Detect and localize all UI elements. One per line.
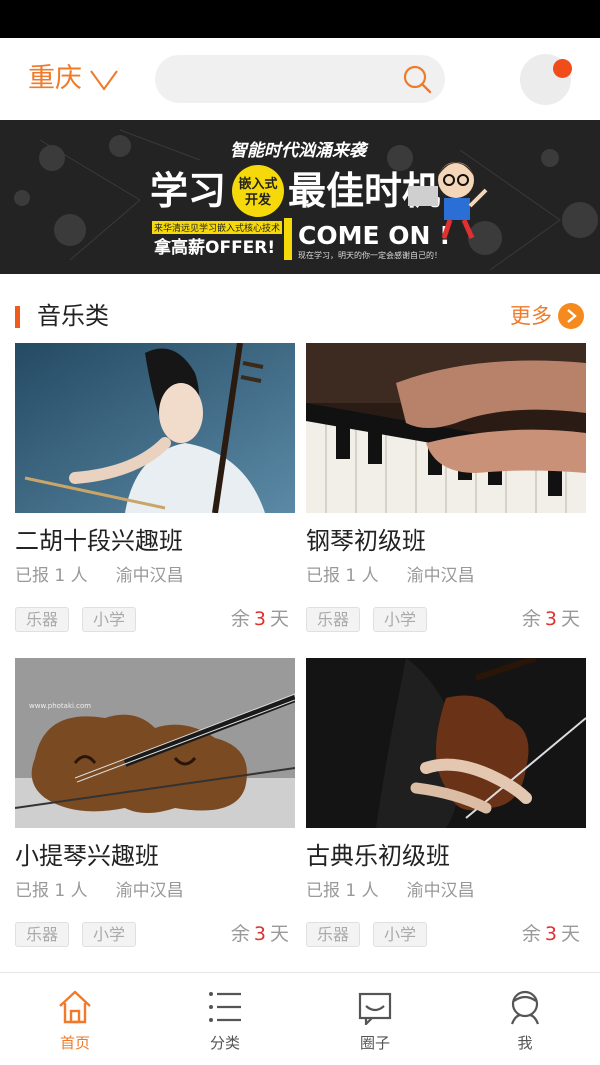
tab-label: 圈子 bbox=[359, 1034, 390, 1052]
enrolled-count: 已报 1 人 bbox=[15, 881, 88, 901]
tag-list: 乐器 小学 bbox=[15, 922, 149, 947]
course-title: 小提琴兴趣班 bbox=[15, 842, 159, 870]
days-remaining: 余3天 bbox=[522, 920, 580, 948]
course-meta: 已报 1 人 渝中汉昌 bbox=[306, 878, 475, 904]
remain-suffix: 天 bbox=[560, 608, 580, 630]
remain-number: 3 bbox=[544, 608, 557, 630]
classical-violin-photo bbox=[306, 658, 586, 828]
course-meta: 已报 1 人 渝中汉昌 bbox=[306, 563, 475, 589]
tag: 乐器 bbox=[15, 922, 70, 947]
tab-category[interactable]: 分类 bbox=[150, 973, 300, 1065]
course-meta: 已报 1 人 渝中汉昌 bbox=[15, 563, 184, 589]
remain-prefix: 余 bbox=[230, 608, 250, 630]
erhu-photo bbox=[15, 343, 295, 513]
bottom-tab-bar: 首页 分类 圈子 我 bbox=[0, 972, 600, 1065]
tag: 小学 bbox=[82, 607, 137, 632]
enrolled-count: 已报 1 人 bbox=[306, 566, 379, 586]
banner-headline-left: 学习 bbox=[150, 169, 226, 213]
more-button[interactable]: 更多 bbox=[510, 300, 584, 332]
banner-footnote: 现在学习，明天的你一定会感谢自己的！ bbox=[298, 250, 442, 260]
tag-list: 乐器 小学 bbox=[15, 607, 149, 632]
banner-sub-strip: 来华清远见学习嵌入式核心技术 bbox=[154, 222, 280, 234]
remain-prefix: 余 bbox=[521, 608, 541, 630]
status-bar bbox=[0, 0, 600, 38]
chevron-down-icon bbox=[90, 70, 118, 91]
home-icon bbox=[59, 990, 91, 1024]
course-title: 古典乐初级班 bbox=[306, 842, 450, 870]
tab-home[interactable]: 首页 bbox=[0, 973, 150, 1065]
course-card[interactable]: 钢琴初级班 已报 1 人 渝中汉昌 乐器 小学 余3天 bbox=[306, 343, 586, 643]
section-marker bbox=[15, 306, 20, 328]
tab-label: 我 bbox=[517, 1034, 533, 1052]
remain-prefix: 余 bbox=[230, 923, 250, 945]
tag: 小学 bbox=[82, 922, 137, 947]
remain-prefix: 余 bbox=[521, 923, 541, 945]
watermark-text: www.photaki.com bbox=[29, 702, 91, 710]
violin-photo: www.photaki.com bbox=[15, 658, 295, 828]
tag: 乐器 bbox=[15, 607, 70, 632]
remain-number: 3 bbox=[253, 608, 266, 630]
promo-banner[interactable]: 智能时代汹涌来袭 学习 嵌入式 开发 最佳时机 来华清远见学习嵌入式核心技术 拿… bbox=[0, 120, 600, 274]
course-location: 渝中汉昌 bbox=[115, 881, 184, 901]
remain-number: 3 bbox=[544, 923, 557, 945]
tab-label: 首页 bbox=[59, 1034, 90, 1052]
days-remaining: 余3天 bbox=[231, 920, 289, 948]
section-title: 音乐类 bbox=[37, 302, 109, 330]
course-location: 渝中汉昌 bbox=[406, 881, 475, 901]
city-name: 重庆 bbox=[28, 63, 82, 94]
search-input[interactable] bbox=[155, 55, 445, 103]
banner-come-on: COME ON ! bbox=[298, 221, 451, 250]
remain-suffix: 天 bbox=[560, 923, 580, 945]
banner-top-slogan: 智能时代汹涌来袭 bbox=[230, 141, 369, 161]
banner-badge-line1: 嵌入式 bbox=[238, 176, 277, 192]
days-remaining: 余3天 bbox=[522, 605, 580, 633]
tab-me[interactable]: 我 bbox=[450, 973, 600, 1065]
remain-number: 3 bbox=[253, 923, 266, 945]
list-icon bbox=[209, 992, 241, 1022]
tag: 小学 bbox=[373, 922, 428, 947]
section-header: 音乐类 更多 bbox=[0, 292, 600, 342]
course-card[interactable]: 二胡十段兴趣班 已报 1 人 渝中汉昌 乐器 小学 余3天 bbox=[15, 343, 295, 643]
banner-badge-line2: 开发 bbox=[245, 192, 272, 208]
user-icon bbox=[510, 990, 540, 1025]
course-title: 二胡十段兴趣班 bbox=[15, 527, 183, 555]
enrolled-count: 已报 1 人 bbox=[15, 566, 88, 586]
course-meta: 已报 1 人 渝中汉昌 bbox=[15, 878, 184, 904]
tag-list: 乐器 小学 bbox=[306, 922, 440, 947]
tab-circle[interactable]: 圈子 bbox=[300, 973, 450, 1065]
chat-icon bbox=[358, 992, 392, 1025]
banner-offer: 拿高薪OFFER! bbox=[153, 237, 275, 258]
tag: 小学 bbox=[373, 607, 428, 632]
notification-dot bbox=[553, 59, 572, 78]
course-location: 渝中汉昌 bbox=[406, 566, 475, 586]
tag: 乐器 bbox=[306, 922, 361, 947]
course-title: 钢琴初级班 bbox=[306, 527, 426, 555]
course-card[interactable]: www.photaki.com 小提琴兴趣班 已报 1 人渝中汉昌 乐器 小学 … bbox=[15, 658, 295, 958]
tag-list: 乐器 小学 bbox=[306, 607, 440, 632]
search-icon[interactable] bbox=[401, 63, 433, 95]
tab-label: 分类 bbox=[209, 1034, 240, 1052]
piano-photo bbox=[306, 343, 586, 513]
remain-suffix: 天 bbox=[269, 923, 289, 945]
remain-suffix: 天 bbox=[269, 608, 289, 630]
top-bar: 重庆 bbox=[0, 38, 600, 120]
tag: 乐器 bbox=[306, 607, 361, 632]
course-location: 渝中汉昌 bbox=[115, 566, 184, 586]
course-card[interactable]: 古典乐初级班 已报 1 人 渝中汉昌 乐器 小学 余3天 bbox=[306, 658, 586, 958]
more-label: 更多 bbox=[510, 304, 552, 328]
chevron-right-icon bbox=[558, 303, 584, 329]
city-selector[interactable]: 重庆 bbox=[28, 60, 120, 98]
days-remaining: 余3天 bbox=[231, 605, 289, 633]
enrolled-count: 已报 1 人 bbox=[306, 881, 379, 901]
